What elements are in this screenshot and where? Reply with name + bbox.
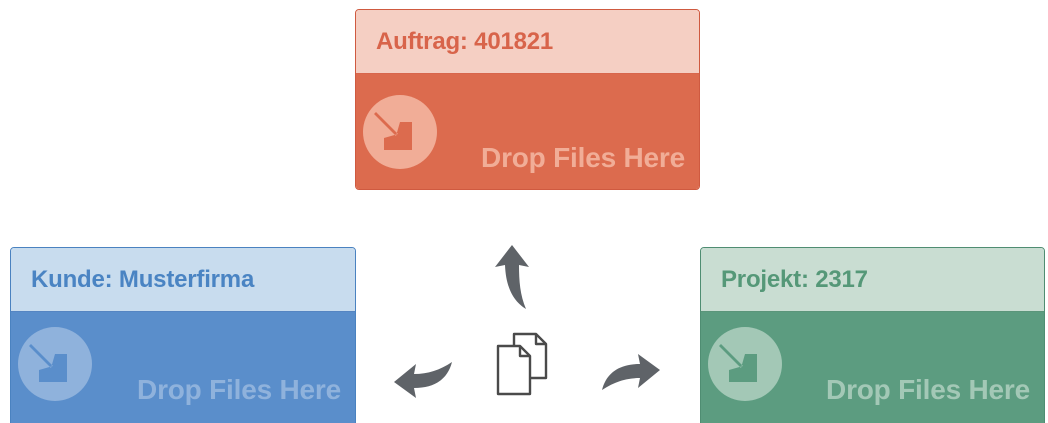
dropzone-kunde[interactable]: Kunde: Musterfirma Drop Files Here — [10, 247, 356, 423]
drop-files-label: Drop Files Here — [137, 374, 341, 405]
dropzone-header: Projekt: 2317 — [701, 248, 1044, 312]
arrow-left-icon — [394, 362, 452, 398]
dropzone-body[interactable]: Drop Files Here — [11, 312, 355, 423]
dropzone-title: Kunde: Musterfirma — [31, 265, 255, 293]
dropzone-title: Auftrag: 401821 — [376, 27, 554, 55]
dropzone-projekt[interactable]: Projekt: 2317 Drop Files Here — [700, 247, 1045, 423]
documents-icon[interactable] — [494, 332, 562, 396]
dropzone-title: Projekt: 2317 — [721, 265, 868, 293]
dropzone-header: Auftrag: 401821 — [356, 10, 699, 74]
dropzone-body[interactable]: Drop Files Here — [356, 74, 699, 189]
drop-arrow-icon — [363, 95, 437, 169]
arrow-right-icon — [602, 354, 660, 390]
drop-files-label: Drop Files Here — [826, 374, 1030, 405]
dropzone-body[interactable]: Drop Files Here — [701, 312, 1044, 423]
drop-arrow-icon — [708, 327, 782, 401]
dropzone-header: Kunde: Musterfirma — [11, 248, 355, 312]
arrow-up-icon — [495, 245, 529, 309]
drop-target-canvas: Auftrag: 401821 Drop Files Here Kunde: M… — [0, 0, 1048, 423]
dropzone-auftrag[interactable]: Auftrag: 401821 Drop Files Here — [355, 9, 700, 190]
drop-files-label: Drop Files Here — [481, 142, 685, 173]
drop-arrow-icon — [18, 327, 92, 401]
